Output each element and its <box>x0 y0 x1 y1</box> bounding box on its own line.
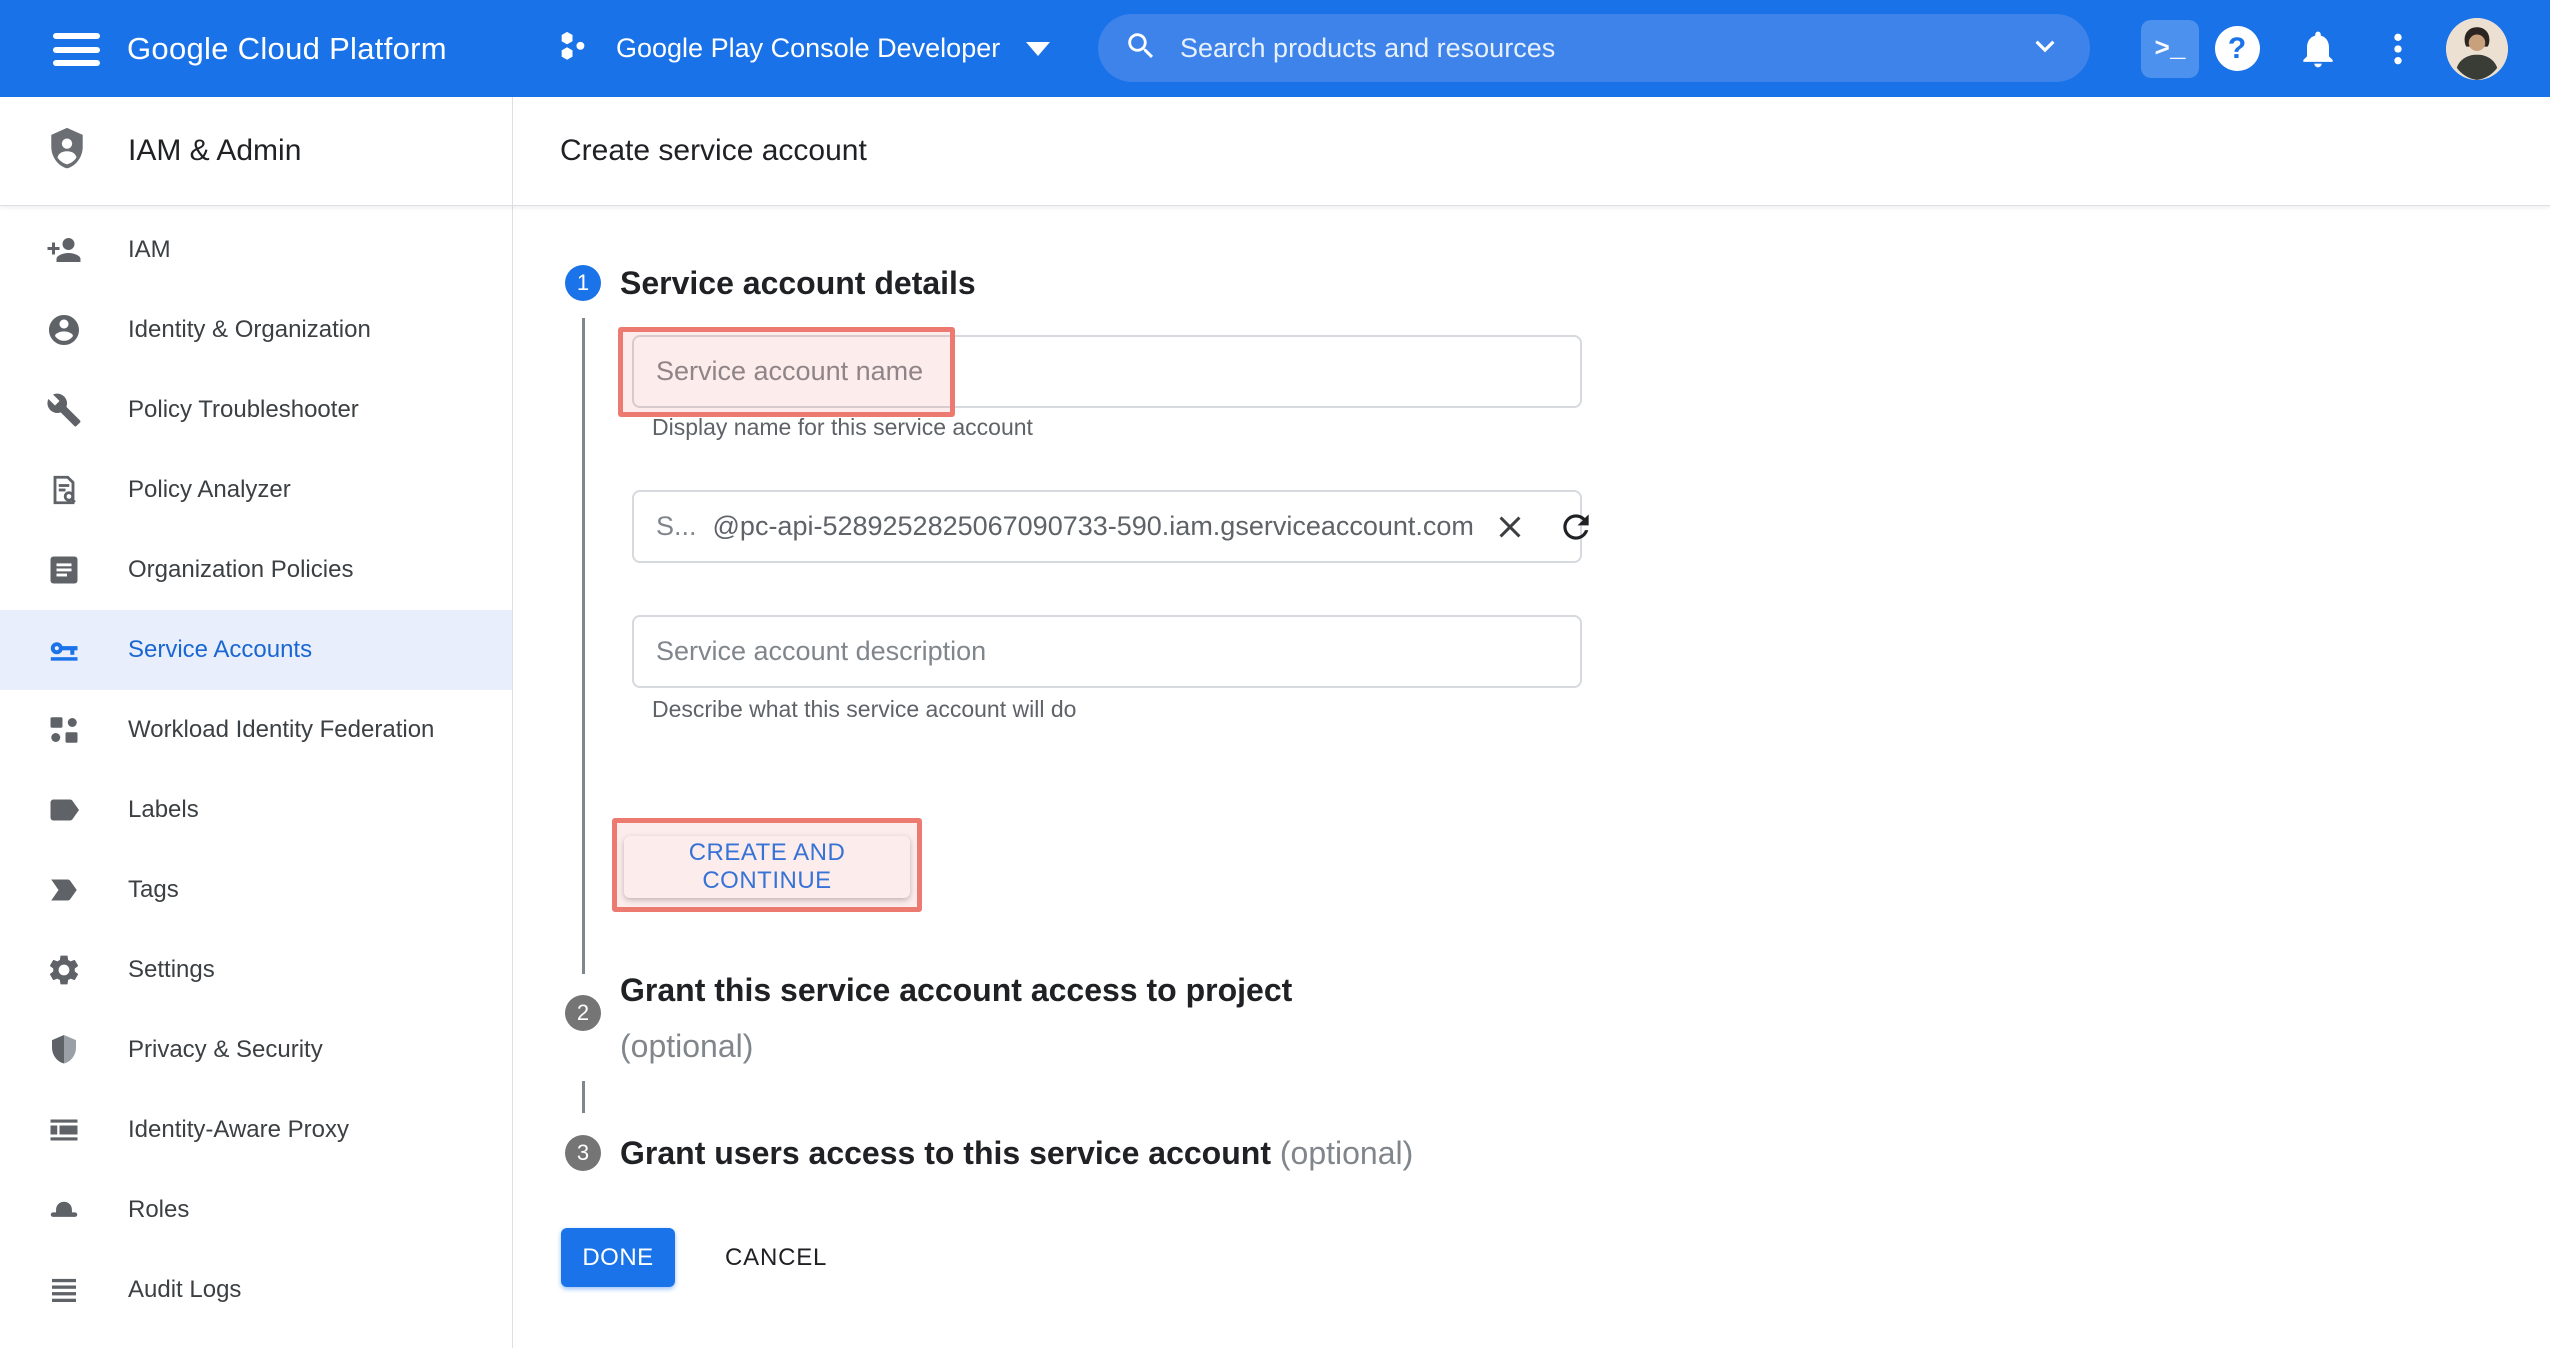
page-title-bar: Create service account <box>513 97 2550 205</box>
search-expand-chevron-icon[interactable] <box>2026 27 2064 70</box>
create-and-continue-button[interactable]: CREATE AND CONTINUE <box>624 836 910 898</box>
stepper-connector-line <box>582 318 585 974</box>
done-button[interactable]: DONE <box>561 1228 675 1287</box>
more-options-button[interactable] <box>2378 0 2418 97</box>
sidebar-item-identity-organization[interactable]: Identity & Organization <box>0 290 512 370</box>
search-bar[interactable]: Search products and resources <box>1098 14 2090 82</box>
wrench-icon <box>46 392 82 428</box>
service-account-name-input[interactable] <box>632 335 1582 408</box>
account-menu-button[interactable] <box>2446 0 2508 97</box>
policy-analyzer-icon <box>46 472 82 508</box>
dashboard-icon <box>46 712 82 748</box>
sidebar-item-policy-troubleshooter[interactable]: Policy Troubleshooter <box>0 370 512 450</box>
sidebar-item-roles[interactable]: Roles <box>0 1170 512 1250</box>
roles-hat-icon <box>46 1192 82 1228</box>
create-service-account-form: 1 Service account details Display name f… <box>513 206 2550 1348</box>
description-helper-text: Describe what this service account will … <box>652 696 1076 723</box>
sidebar-item-settings[interactable]: Settings <box>0 930 512 1010</box>
project-selector[interactable]: Google Play Console Developer <box>550 0 1050 97</box>
step-3-optional-label: (optional) <box>1280 1135 1413 1171</box>
page-header: IAM & Admin Create service account <box>0 97 2550 206</box>
regenerate-id-button[interactable] <box>1556 507 1596 547</box>
sidebar-navigation: IAM Identity & Organization Policy Troub… <box>0 206 513 1348</box>
step-1-badge: 1 <box>565 265 601 301</box>
sidebar-item-organization-policies[interactable]: Organization Policies <box>0 530 512 610</box>
brand-logo[interactable]: Google Cloud Platform <box>127 0 447 97</box>
step-3-badge: 3 <box>565 1135 601 1171</box>
step-2-optional-label: (optional) <box>620 1028 753 1064</box>
tag-icon <box>46 872 82 908</box>
sidebar-item-service-accounts[interactable]: Service Accounts <box>0 610 512 690</box>
step-2-title: Grant this service account access to pro… <box>620 962 1292 1074</box>
document-icon <box>46 552 82 588</box>
sidebar-item-privacy-security[interactable]: Privacy & Security <box>0 1010 512 1090</box>
search-icon <box>1124 29 1158 68</box>
person-add-icon <box>46 232 82 268</box>
shield-icon <box>46 1032 82 1068</box>
top-navigation-bar: Google Cloud Platform Google Play Consol… <box>0 0 2550 97</box>
sidebar-item-iam[interactable]: IAM <box>0 210 512 290</box>
chevron-down-icon <box>1026 42 1050 56</box>
label-icon <box>46 792 82 828</box>
name-helper-text: Display name for this service account <box>652 414 1033 441</box>
search-placeholder: Search products and resources <box>1180 33 2026 64</box>
gcp-console: Google Cloud Platform Google Play Consol… <box>0 0 2550 1348</box>
user-avatar <box>2446 18 2508 80</box>
menu-icon[interactable] <box>53 33 100 66</box>
terminal-icon: >_ <box>2141 20 2199 78</box>
help-icon: ? <box>2215 26 2260 71</box>
stepper-connector-line-2 <box>582 1081 585 1113</box>
service-account-description-input[interactable] <box>632 615 1582 688</box>
cancel-button[interactable]: CANCEL <box>709 1228 843 1287</box>
key-icon <box>46 632 82 668</box>
help-button[interactable]: ? <box>2214 0 2260 97</box>
sidebar-item-workload-identity-federation[interactable]: Workload Identity Federation <box>0 690 512 770</box>
step-1-title: Service account details <box>620 263 976 303</box>
step-3-title: Grant users access to this service accou… <box>620 1133 1413 1173</box>
bell-icon <box>2296 27 2340 71</box>
clear-id-button[interactable] <box>1490 507 1530 547</box>
sidebar-item-audit-logs[interactable]: Audit Logs <box>0 1250 512 1330</box>
page-title: Create service account <box>560 134 867 168</box>
product-name: IAM & Admin <box>128 134 301 168</box>
service-account-id-field[interactable]: S... @pc-api-5289252825067090733-590.iam… <box>632 490 1582 563</box>
project-hexagons-icon <box>550 21 600 76</box>
service-account-id-value: S... <box>656 511 697 542</box>
more-vert-icon <box>2378 29 2418 69</box>
step-2-badge: 2 <box>565 995 601 1031</box>
refresh-icon <box>1557 508 1595 546</box>
cloud-shell-button[interactable]: >_ <box>2141 0 2199 97</box>
sidebar-item-tags[interactable]: Tags <box>0 850 512 930</box>
account-circle-icon <box>46 312 82 348</box>
project-name: Google Play Console Developer <box>616 33 1000 64</box>
sidebar-item-labels[interactable]: Labels <box>0 770 512 850</box>
proxy-icon <box>46 1112 82 1148</box>
product-header: IAM & Admin <box>0 97 513 205</box>
gear-icon <box>46 952 82 988</box>
service-account-id-domain: @pc-api-5289252825067090733-590.iam.gser… <box>713 511 1474 542</box>
sidebar-item-identity-aware-proxy[interactable]: Identity-Aware Proxy <box>0 1090 512 1170</box>
close-icon <box>1492 509 1528 545</box>
audit-logs-icon <box>46 1272 82 1308</box>
iam-admin-shield-icon <box>44 123 90 180</box>
notifications-button[interactable] <box>2295 0 2341 97</box>
sidebar-item-policy-analyzer[interactable]: Policy Analyzer <box>0 450 512 530</box>
